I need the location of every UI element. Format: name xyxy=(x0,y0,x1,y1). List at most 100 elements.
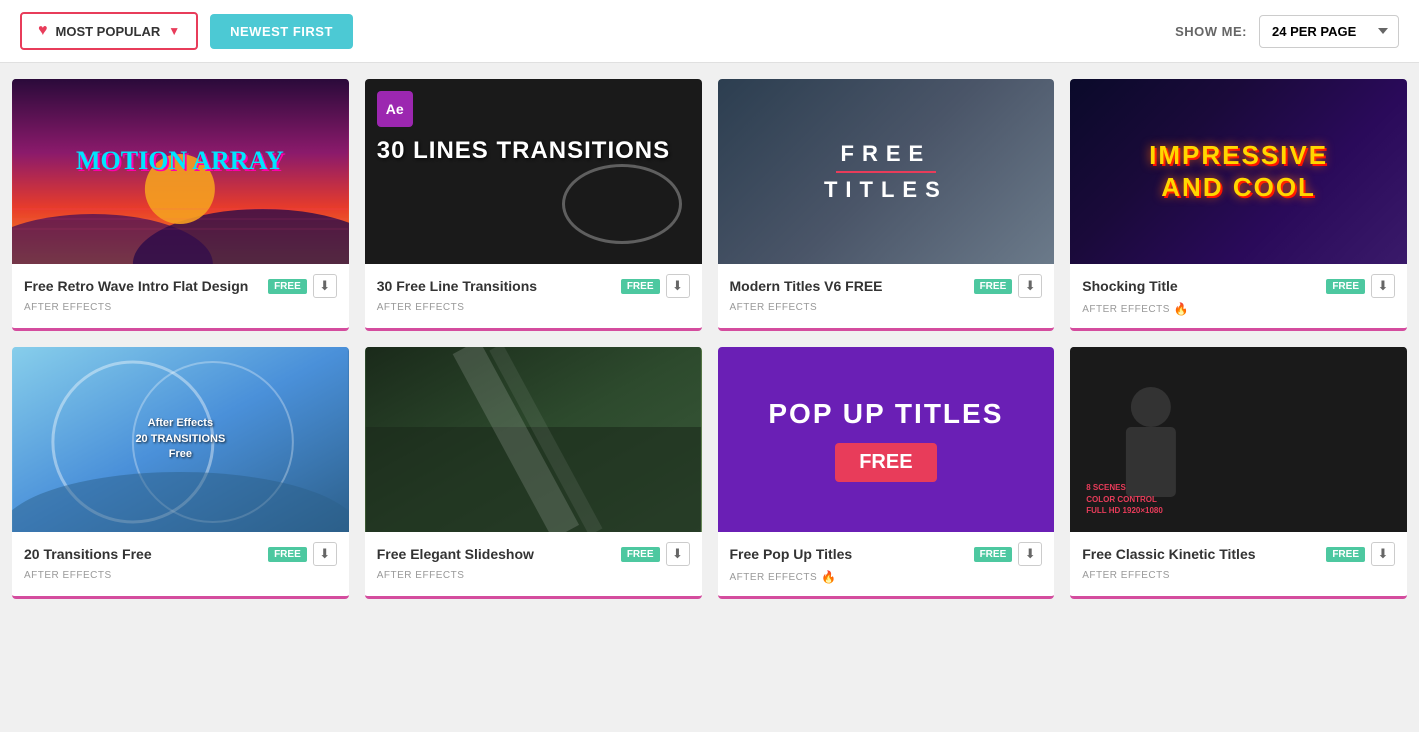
card-title: Free Classic Kinetic Titles xyxy=(1082,546,1255,562)
popup-free-text: FREE xyxy=(835,443,936,482)
card-title-row: Free Classic Kinetic Titles FREE ⬇ xyxy=(1082,542,1395,566)
card-elegant-slideshow: YOUR TEXT HERE 06 Free Elegant Slideshow… xyxy=(365,347,702,599)
card-meta: FREE ⬇ xyxy=(268,542,337,566)
download-button[interactable]: ⬇ xyxy=(666,274,690,298)
transitions-overlay-text: After Effects20 TRANSITIONSFree xyxy=(135,416,225,462)
card-title: Shocking Title xyxy=(1082,278,1177,294)
card-info: 30 Free Line Transitions FREE ⬇ AFTER EF… xyxy=(365,264,702,325)
card-thumbnail[interactable]: MOTION ARRAY xyxy=(12,79,349,264)
download-button[interactable]: ⬇ xyxy=(1371,542,1395,566)
category-label: AFTER EFFECTS xyxy=(377,302,465,313)
free-badge: FREE xyxy=(974,547,1013,562)
card-retro-wave: MOTION ARRAY Free Retro Wave Intro Flat … xyxy=(12,79,349,331)
card-meta: FREE ⬇ xyxy=(1326,542,1395,566)
card-title-row: Shocking Title FREE ⬇ xyxy=(1082,274,1395,298)
shocking-title-text: IMPRESSIVEAND COOL xyxy=(1149,140,1328,202)
download-button[interactable]: ⬇ xyxy=(313,274,337,298)
chevron-down-icon: ▼ xyxy=(168,24,180,38)
card-popup-titles: POP UP TITLES FREE Free Pop Up Titles FR… xyxy=(718,347,1055,599)
download-button[interactable]: ⬇ xyxy=(313,542,337,566)
show-me-label: SHOW ME: xyxy=(1175,24,1247,39)
card-info: Shocking Title FREE ⬇ AFTER EFFECTS 🔥 xyxy=(1070,264,1407,328)
category-label: AFTER EFFECTS xyxy=(1082,570,1170,581)
card-kinetic-titles: CLASSIC KINETIC TITLES FREE 8 SCENESCOLO… xyxy=(1070,347,1407,599)
thumbnail-image: POP UP TITLES FREE xyxy=(718,347,1055,532)
card-meta: FREE ⬇ xyxy=(974,274,1043,298)
card-category: AFTER EFFECTS 🔥 xyxy=(1082,302,1395,316)
free-badge: FREE xyxy=(621,547,660,562)
thumbnail-image: CLASSIC KINETIC TITLES FREE 8 SCENESCOLO… xyxy=(1070,347,1407,532)
fire-icon: 🔥 xyxy=(821,570,836,584)
thumbnail-image: Ae 30 LINES TRANSITIONS xyxy=(365,79,702,264)
category-label: AFTER EFFECTS xyxy=(1082,304,1170,315)
thumbnail-image: After Effects20 TRANSITIONSFree xyxy=(12,347,349,532)
download-button[interactable]: ⬇ xyxy=(666,542,690,566)
category-label: AFTER EFFECTS xyxy=(24,302,112,313)
card-title-row: 30 Free Line Transitions FREE ⬇ xyxy=(377,274,690,298)
thumbnail-image: IMPRESSIVEAND COOL xyxy=(1070,79,1407,264)
download-button[interactable]: ⬇ xyxy=(1018,542,1042,566)
card-thumbnail[interactable]: Ae 30 LINES TRANSITIONS xyxy=(365,79,702,264)
card-title-row: Free Pop Up Titles FREE ⬇ xyxy=(730,542,1043,566)
card-thumbnail[interactable]: CLASSIC KINETIC TITLES FREE 8 SCENESCOLO… xyxy=(1070,347,1407,532)
card-title-row: Free Elegant Slideshow FREE ⬇ xyxy=(377,542,690,566)
svg-text:MOTION ARRAY: MOTION ARRAY xyxy=(76,146,284,175)
card-title-row: 20 Transitions Free FREE ⬇ xyxy=(24,542,337,566)
card-info: Modern Titles V6 FREE FREE ⬇ AFTER EFFEC… xyxy=(718,264,1055,325)
category-label: AFTER EFFECTS xyxy=(24,570,112,581)
free-badge: FREE xyxy=(268,547,307,562)
card-meta: FREE ⬇ xyxy=(974,542,1043,566)
cards-grid: MOTION ARRAY Free Retro Wave Intro Flat … xyxy=(0,63,1419,615)
download-button[interactable]: ⬇ xyxy=(1371,274,1395,298)
card-category: AFTER EFFECTS xyxy=(377,302,690,313)
free-badge: FREE xyxy=(621,279,660,294)
most-popular-button[interactable]: ♥ MOST POPULAR ▼ xyxy=(20,12,198,50)
newest-first-button[interactable]: NEWEST FIRST xyxy=(210,14,353,49)
card-title: 30 Free Line Transitions xyxy=(377,278,537,294)
card-info: Free Elegant Slideshow FREE ⬇ AFTER EFFE… xyxy=(365,532,702,593)
card-thumbnail[interactable]: FREE TITLES xyxy=(718,79,1055,264)
modern-bottom-text: TITLES xyxy=(824,177,948,203)
card-title-row: Free Retro Wave Intro Flat Design FREE ⬇ xyxy=(24,274,337,298)
modern-top-text: FREE xyxy=(841,141,932,167)
card-title: Modern Titles V6 FREE xyxy=(730,278,883,294)
card-thumbnail[interactable]: IMPRESSIVEAND COOL xyxy=(1070,79,1407,264)
card-shocking-title: IMPRESSIVEAND COOL Shocking Title FREE ⬇… xyxy=(1070,79,1407,331)
card-title: Free Pop Up Titles xyxy=(730,546,853,562)
free-badge: FREE xyxy=(974,279,1013,294)
card-modern-titles: FREE TITLES Modern Titles V6 FREE FREE ⬇… xyxy=(718,79,1055,331)
heart-icon: ♥ xyxy=(38,22,48,40)
category-label: AFTER EFFECTS xyxy=(730,302,818,313)
card-thumbnail[interactable]: POP UP TITLES FREE xyxy=(718,347,1055,532)
free-badge: FREE xyxy=(1326,547,1365,562)
card-thumbnail[interactable]: After Effects20 TRANSITIONSFree xyxy=(12,347,349,532)
card-title: 20 Transitions Free xyxy=(24,546,152,562)
card-20-transitions: After Effects20 TRANSITIONSFree 20 Trans… xyxy=(12,347,349,599)
per-page-select[interactable]: 12 PER PAGE 24 PER PAGE 48 PER PAGE xyxy=(1259,15,1399,48)
card-category: AFTER EFFECTS xyxy=(730,302,1043,313)
card-info: Free Retro Wave Intro Flat Design FREE ⬇… xyxy=(12,264,349,325)
most-popular-label: MOST POPULAR xyxy=(56,24,161,39)
card-category: AFTER EFFECTS xyxy=(24,302,337,313)
card-thumbnail[interactable]: YOUR TEXT HERE 06 xyxy=(365,347,702,532)
card-line-transitions: Ae 30 LINES TRANSITIONS 30 Free Line Tra… xyxy=(365,79,702,331)
card-meta: FREE ⬇ xyxy=(621,542,690,566)
category-label: AFTER EFFECTS xyxy=(730,572,818,583)
free-badge: FREE xyxy=(1326,279,1365,294)
card-category: AFTER EFFECTS 🔥 xyxy=(730,570,1043,584)
popup-title-text: POP UP TITLES xyxy=(768,397,1003,431)
kinetic-details-text: 8 SCENESCOLOR CONTROLFULL HD 1920×1080 xyxy=(1086,482,1163,516)
lines-circle xyxy=(562,164,682,244)
card-title-row: Modern Titles V6 FREE FREE ⬇ xyxy=(730,274,1043,298)
download-button[interactable]: ⬇ xyxy=(1018,274,1042,298)
card-title: Free Elegant Slideshow xyxy=(377,546,534,562)
card-category: AFTER EFFECTS xyxy=(377,570,690,581)
free-badge: FREE xyxy=(268,279,307,294)
fire-icon: 🔥 xyxy=(1174,302,1189,316)
card-title: Free Retro Wave Intro Flat Design xyxy=(24,278,248,294)
card-category: AFTER EFFECTS xyxy=(24,570,337,581)
show-me-section: SHOW ME: 12 PER PAGE 24 PER PAGE 48 PER … xyxy=(1175,15,1399,48)
card-category: AFTER EFFECTS xyxy=(1082,570,1395,581)
lines-title-text: 30 LINES TRANSITIONS xyxy=(377,137,670,165)
category-label: AFTER EFFECTS xyxy=(377,570,465,581)
